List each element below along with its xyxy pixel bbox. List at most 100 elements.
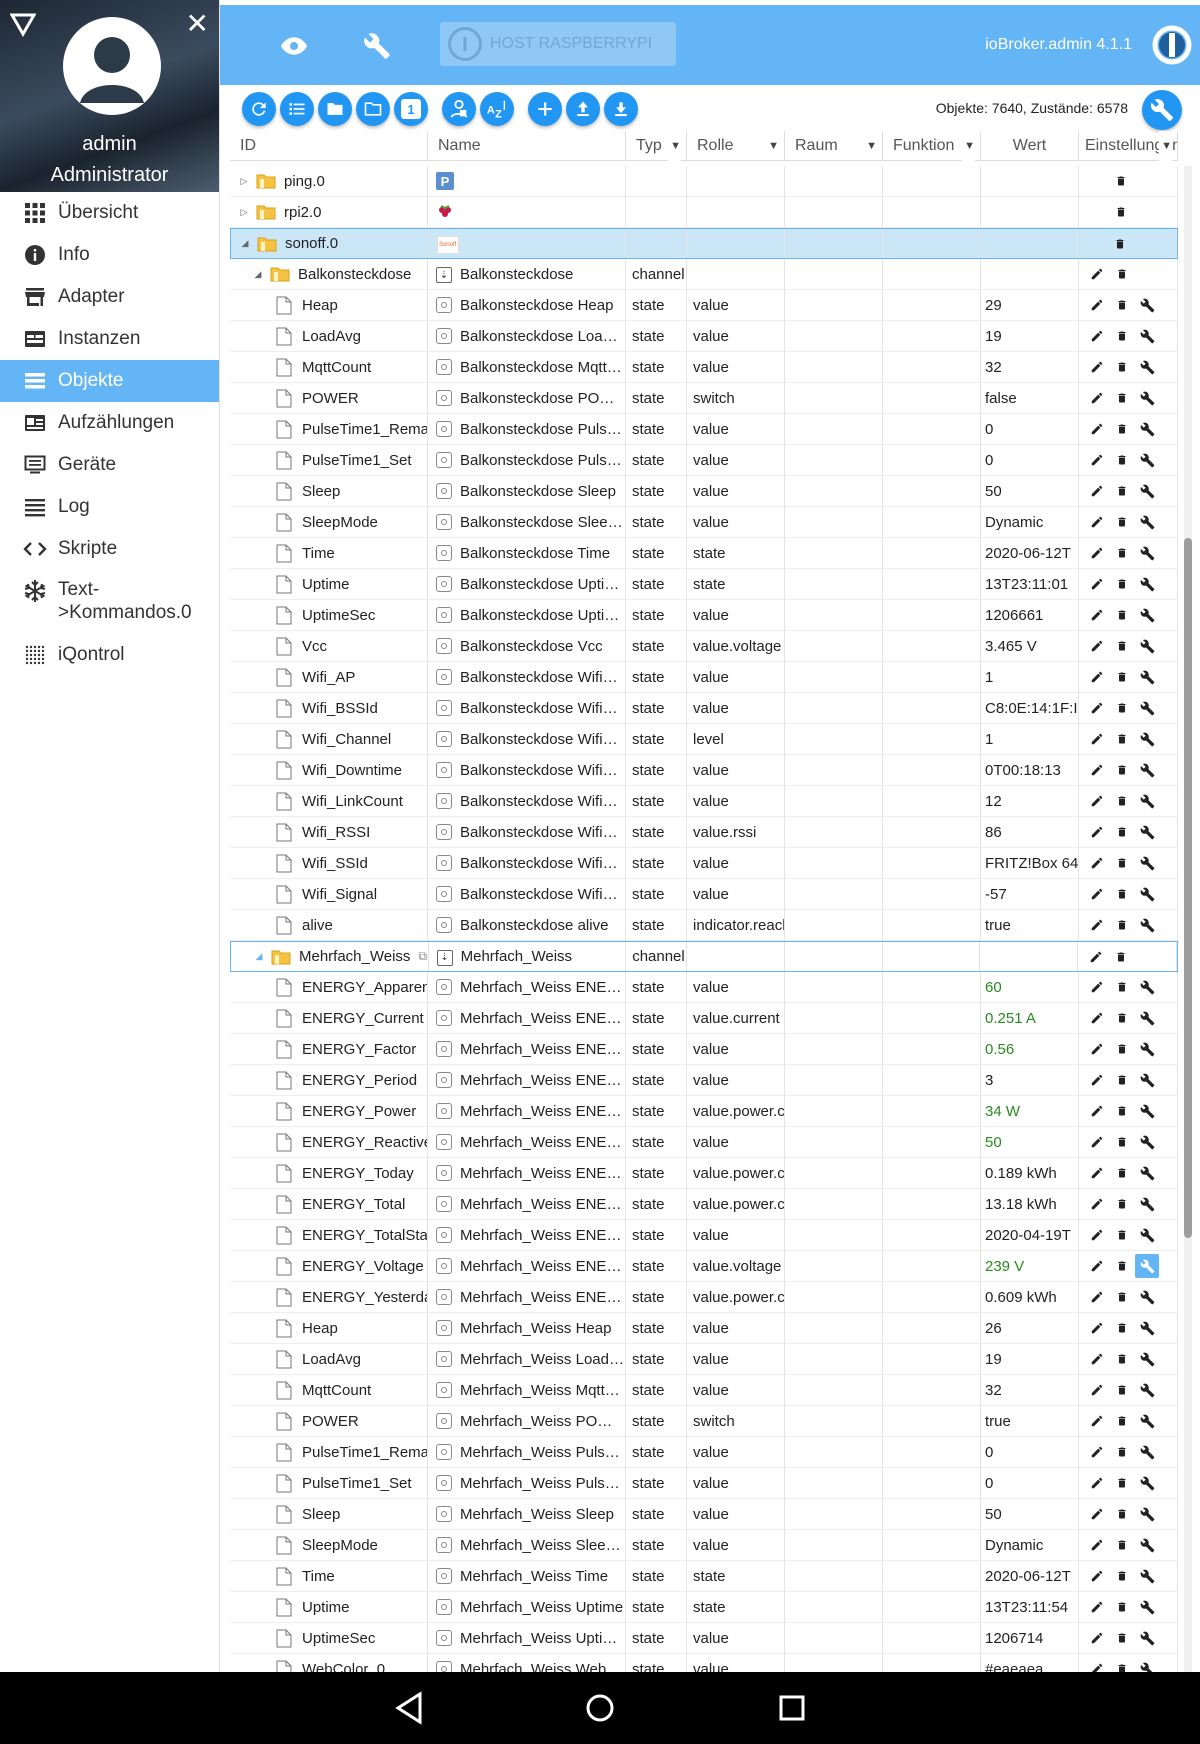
sidebar-item-store[interactable]: Adapter <box>0 276 219 318</box>
custom-settings-button[interactable] <box>1135 1130 1159 1154</box>
value-cell[interactable]: 29 <box>981 290 1079 320</box>
delete-button[interactable] <box>1110 696 1134 720</box>
custom-settings-button[interactable] <box>1135 1502 1159 1526</box>
value-cell[interactable]: 26 <box>981 1313 1079 1343</box>
table-row[interactable]: ◢ sonoff.0 Sonoff <box>230 228 1178 259</box>
value-cell[interactable]: 60 <box>981 972 1079 1002</box>
delete-button[interactable] <box>1110 820 1134 844</box>
delete-button[interactable] <box>1110 324 1134 348</box>
delete-button[interactable] <box>1110 1006 1134 1030</box>
custom-settings-button[interactable] <box>1135 1471 1159 1495</box>
custom-settings-button[interactable] <box>1135 386 1159 410</box>
sidebar-item-dots-grid[interactable]: iQontrol <box>0 634 219 676</box>
scrollbar[interactable] <box>1184 166 1192 1672</box>
table-row[interactable]: UptimeSec Balkonsteckdose UptimeSec state v… <box>230 600 1178 631</box>
sidebar-item-instances[interactable]: Instanzen <box>0 318 219 360</box>
custom-settings-button[interactable] <box>1135 882 1159 906</box>
value-cell[interactable] <box>981 259 1079 289</box>
delete-button[interactable] <box>1110 1037 1134 1061</box>
edit-button[interactable] <box>1085 1161 1109 1185</box>
value-cell[interactable]: -57 <box>981 879 1079 909</box>
value-cell[interactable]: 0.189 kWh <box>981 1158 1079 1188</box>
table-row[interactable]: SleepMode Balkonsteckdose SleepMode state v… <box>230 507 1178 538</box>
value-cell[interactable]: 50 <box>981 1499 1079 1529</box>
edit-button[interactable] <box>1085 882 1109 906</box>
value-cell[interactable]: FRITZ!Box 64 <box>981 848 1079 878</box>
tree-toggle-icon[interactable]: ▷ <box>238 207 250 218</box>
table-row[interactable]: Vcc Balkonsteckdose Vcc state value.voltage… <box>230 631 1178 662</box>
delete-button[interactable] <box>1110 1533 1134 1557</box>
value-cell[interactable]: 0 <box>981 414 1079 444</box>
edit-button[interactable] <box>1085 1378 1109 1402</box>
custom-settings-button[interactable] <box>1135 355 1159 379</box>
table-row[interactable]: POWER Balkonsteckdose POWER state switch fal… <box>230 383 1178 414</box>
value-cell[interactable]: 0T00:18:13 <box>981 755 1079 785</box>
edit-button[interactable] <box>1085 417 1109 441</box>
wrench-icon[interactable] <box>360 29 394 63</box>
table-row[interactable]: PulseTime1_Set Mehrfach_Weiss PulseTime1_… <box>230 1468 1178 1499</box>
delete-button[interactable] <box>1108 232 1132 256</box>
edit-button[interactable] <box>1085 696 1109 720</box>
edit-button[interactable] <box>1085 1068 1109 1092</box>
delete-button[interactable] <box>1110 1409 1134 1433</box>
delete-button[interactable] <box>1110 1192 1134 1216</box>
delete-button[interactable] <box>1110 1440 1134 1464</box>
back-icon[interactable] <box>388 1686 432 1730</box>
custom-settings-button[interactable] <box>1135 479 1159 503</box>
table-row[interactable]: LoadAvg Mehrfach_Weiss LoadAvg state value 1… <box>230 1344 1178 1375</box>
value-cell[interactable]: #eaeaea <box>981 1654 1079 1672</box>
value-cell[interactable]: 0.609 kWh <box>981 1282 1079 1312</box>
edit-button[interactable] <box>1085 1254 1109 1278</box>
edit-button[interactable] <box>1085 541 1109 565</box>
table-row[interactable]: MqttCount Balkonsteckdose MqttCount state v… <box>230 352 1178 383</box>
table-row[interactable]: Wifi_Channel Balkonsteckdose Wifi_Channel… <box>230 724 1178 755</box>
table-row[interactable]: Uptime Balkonsteckdose Uptime state state 13… <box>230 569 1178 600</box>
delete-button[interactable] <box>1110 603 1134 627</box>
folder-closed-button[interactable] <box>318 92 352 126</box>
column-header-function[interactable]: Funktion ▼ <box>883 131 981 161</box>
edit-button[interactable] <box>1085 665 1109 689</box>
value-cell[interactable]: 3.465 V <box>981 631 1079 661</box>
column-header-settings[interactable]: Einstellungen ▼ <box>1079 131 1178 161</box>
edit-button[interactable] <box>1085 1099 1109 1123</box>
value-cell[interactable]: Dynamic <box>981 507 1079 537</box>
column-header-value[interactable]: Wert <box>981 131 1079 161</box>
value-cell[interactable]: 0.251 A <box>981 1003 1079 1033</box>
edit-button[interactable] <box>1084 945 1108 969</box>
custom-settings-button[interactable] <box>1135 665 1159 689</box>
custom-settings-button[interactable] <box>1135 1657 1159 1672</box>
value-cell[interactable] <box>980 942 1079 971</box>
edit-button[interactable] <box>1085 1471 1109 1495</box>
value-cell[interactable]: 2020-04-19T <box>981 1220 1079 1250</box>
custom-settings-button[interactable] <box>1135 1006 1159 1030</box>
delete-button[interactable] <box>1110 479 1134 503</box>
table-row[interactable]: Time Balkonsteckdose Time state state 2020-0… <box>230 538 1178 569</box>
sidebar-item-grid[interactable]: Übersicht <box>0 192 219 234</box>
edit-button[interactable] <box>1085 758 1109 782</box>
edit-button[interactable] <box>1085 1285 1109 1309</box>
table-row[interactable]: WebColor_0 Mehrfach_Weiss WebColor_0 state… <box>230 1654 1178 1672</box>
delete-button[interactable] <box>1110 417 1134 441</box>
table-row[interactable]: Wifi_BSSId Balkonsteckdose Wifi_BSSId stat… <box>230 693 1178 724</box>
table-row[interactable]: Sleep Mehrfach_Weiss Sleep state value 50 <box>230 1499 1178 1530</box>
tree-toggle-icon[interactable]: ▷ <box>238 176 250 187</box>
value-cell[interactable]: 3 <box>981 1065 1079 1095</box>
edit-button[interactable] <box>1085 975 1109 999</box>
delete-button[interactable] <box>1109 200 1133 224</box>
table-row[interactable]: PulseTime1_Remaining Balkonsteckdose Puls… <box>230 414 1178 445</box>
custom-settings-button[interactable] <box>1135 1285 1159 1309</box>
custom-settings-button[interactable] <box>1135 1254 1159 1278</box>
refresh-button[interactable] <box>242 92 276 126</box>
edit-button[interactable] <box>1085 262 1109 286</box>
column-header-name[interactable]: Name <box>428 131 626 161</box>
table-row[interactable]: ENERGY_Period Mehrfach_Weiss ENERGY_Perio… <box>230 1065 1178 1096</box>
sidebar-item-info[interactable]: Info <box>0 234 219 276</box>
edit-button[interactable] <box>1085 820 1109 844</box>
edit-button[interactable] <box>1085 851 1109 875</box>
home-icon[interactable] <box>578 1686 622 1730</box>
table-row[interactable]: Heap Mehrfach_Weiss Heap state value 26 <box>230 1313 1178 1344</box>
table-row[interactable]: ENERGY_Power Mehrfach_Weiss ENERGY_Power s… <box>230 1096 1178 1127</box>
delete-button[interactable] <box>1110 789 1134 813</box>
edit-button[interactable] <box>1085 1006 1109 1030</box>
upload-button[interactable] <box>566 92 600 126</box>
